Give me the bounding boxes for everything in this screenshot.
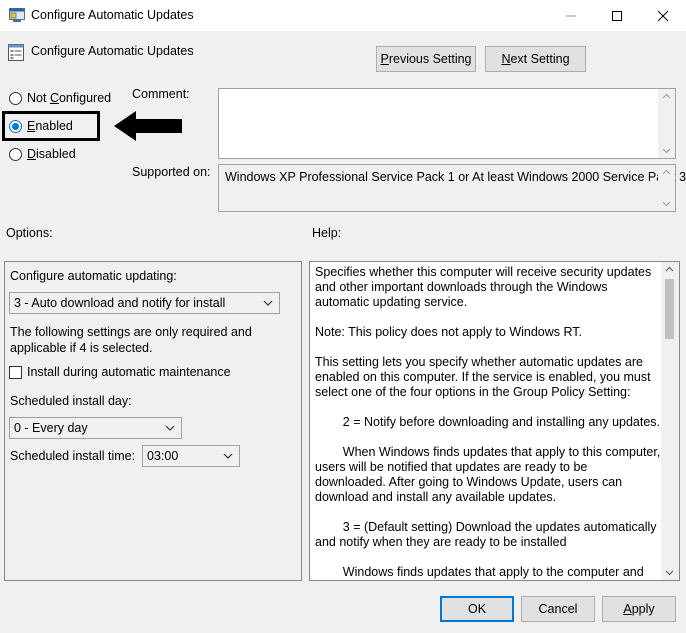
window-title: Configure Automatic Updates: [31, 8, 194, 22]
comment-label: Comment:: [132, 87, 190, 101]
comment-scrollbar[interactable]: [658, 89, 675, 158]
configure-updating-dropdown[interactable]: 3 - Auto download and notify for install: [9, 292, 280, 314]
radio-not-configured-label: onfigured: [58, 91, 112, 105]
annotation-arrow-icon: [114, 110, 184, 145]
apply-label: pply: [631, 602, 655, 616]
scroll-down-icon[interactable]: [662, 148, 671, 154]
radio-disabled-label-accel: D: [27, 147, 37, 161]
help-paragraph: Windows finds updates that apply to the …: [315, 565, 644, 579]
apply-label-accel: A: [623, 602, 632, 616]
options-label: Options:: [6, 226, 53, 240]
install-maintenance-checkbox-box[interactable]: [9, 366, 22, 379]
configure-updating-value: 3 - Auto download and notify for install: [14, 296, 226, 310]
apply-button[interactable]: Apply: [602, 596, 676, 622]
ok-button[interactable]: OK: [440, 596, 514, 622]
help-paragraph: Note: This policy does not apply to Wind…: [315, 325, 583, 339]
install-day-value: 0 - Every day: [14, 421, 88, 435]
install-day-label: Scheduled install day:: [10, 394, 132, 408]
supported-on-value: Windows XP Professional Service Pack 1 o…: [225, 170, 686, 184]
previous-setting-label-accel: P: [380, 52, 389, 66]
policy-name: Configure Automatic Updates: [31, 44, 194, 58]
supported-on-label: Supported on:: [132, 165, 211, 179]
close-icon: [657, 10, 669, 22]
close-button[interactable]: [640, 0, 686, 31]
radio-disabled-circle[interactable]: [9, 148, 22, 161]
scroll-up-icon[interactable]: [662, 169, 671, 175]
scroll-up-icon[interactable]: [662, 93, 671, 99]
minimize-button[interactable]: [548, 0, 594, 31]
help-panel: Specifies whether this computer will rec…: [309, 261, 680, 581]
scroll-up-icon[interactable]: [665, 266, 674, 272]
radio-disabled-label: isabled: [36, 147, 76, 161]
install-maintenance-label: Install during automatic maintenance: [27, 365, 231, 379]
options-note: The following settings are only required…: [10, 325, 252, 355]
cancel-label: Cancel: [538, 602, 578, 616]
title-bar[interactable]: Configure Automatic Updates: [0, 0, 686, 31]
policy-icon: [8, 44, 24, 61]
scroll-down-icon[interactable]: [662, 201, 671, 207]
help-scrollbar-thumb[interactable]: [665, 279, 674, 339]
configure-updating-label: Configure automatic updating:: [10, 269, 177, 283]
install-time-dropdown[interactable]: 03:00: [142, 445, 240, 467]
radio-not-configured-circle[interactable]: [9, 92, 22, 105]
maximize-icon: [612, 11, 622, 21]
chevron-down-icon: [223, 453, 233, 459]
help-paragraph: When Windows finds updates that apply to…: [315, 445, 661, 504]
chevron-down-icon: [263, 300, 273, 306]
supported-on-scrollbar[interactable]: [658, 165, 675, 211]
comment-field[interactable]: [218, 88, 676, 159]
previous-setting-label: revious Setting: [388, 52, 472, 66]
chevron-down-icon: [165, 425, 175, 431]
help-paragraph: Specifies whether this computer will rec…: [315, 265, 652, 309]
install-maintenance-checkbox[interactable]: Install during automatic maintenance: [9, 365, 269, 381]
minimize-icon: [566, 15, 576, 17]
supported-on-field: Windows XP Professional Service Pack 1 o…: [218, 164, 686, 212]
radio-not-configured-label-accel: C: [49, 91, 59, 105]
next-setting-button[interactable]: Next Setting: [485, 46, 586, 72]
previous-setting-button[interactable]: Previous Setting: [376, 46, 476, 72]
help-scrollbar[interactable]: [661, 262, 679, 580]
scroll-down-icon[interactable]: [665, 570, 674, 576]
ok-label: OK: [467, 602, 487, 616]
cancel-button[interactable]: Cancel: [521, 596, 595, 622]
next-setting-label: ext Setting: [510, 52, 570, 66]
settings-window-icon: [9, 8, 25, 22]
install-time-value: 03:00: [147, 449, 179, 463]
help-paragraph: This setting lets you specify whether au…: [315, 355, 651, 399]
annotation-highlight-box: [2, 111, 100, 141]
maximize-button[interactable]: [594, 0, 640, 31]
options-panel: Configure automatic updating: 3 - Auto d…: [4, 261, 302, 581]
help-paragraph: 3 = (Default setting) Download the updat…: [315, 520, 661, 549]
help-paragraph: 2 = Notify before downloading and instal…: [315, 415, 661, 429]
install-day-dropdown[interactable]: 0 - Every day: [9, 417, 182, 439]
help-label: Help:: [312, 226, 342, 240]
install-time-label: Scheduled install time:: [10, 449, 136, 463]
radio-not-configured-label-pre: Not: [27, 91, 50, 105]
